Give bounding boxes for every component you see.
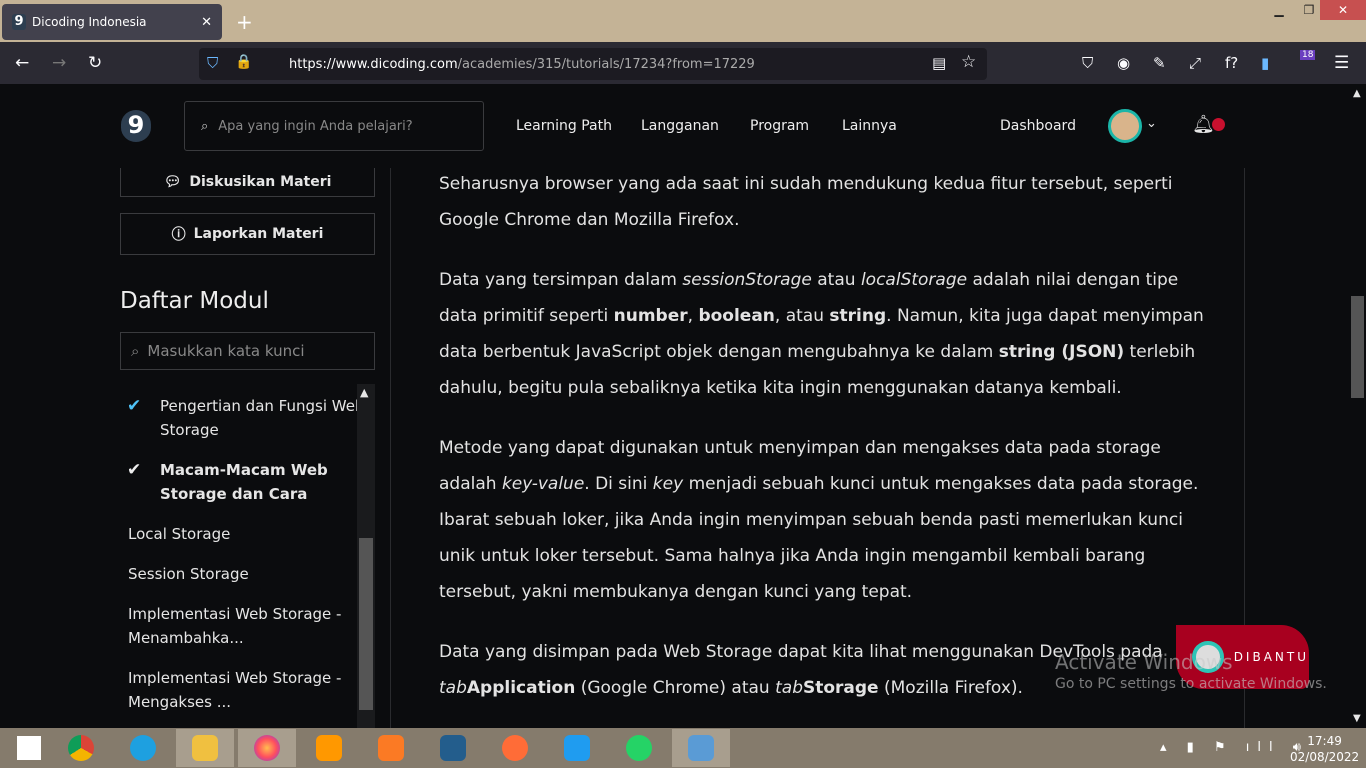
bookmark-star-icon[interactable]: ☆ [961, 52, 976, 72]
activate-watermark: Activate Windows [1055, 650, 1233, 674]
xampp-icon[interactable] [362, 729, 420, 767]
extension-icon[interactable]: ◉ [1117, 54, 1130, 72]
article-content: Seharusnya browser yang ada saat ini sud… [439, 166, 1209, 730]
browser-tab[interactable]: 9 Dicoding Indonesia ✕ [2, 4, 222, 40]
divider [390, 168, 391, 728]
paragraph: Data yang tersimpan dalam sessionStorage… [439, 270, 1204, 398]
paragraph: Seharusnya browser yang ada saat ini sud… [439, 174, 1173, 230]
nav-program[interactable]: Program [750, 118, 809, 134]
module-scroll-thumb[interactable] [359, 538, 373, 710]
dibantu-label: DIBANTU [1233, 650, 1309, 664]
page-scroll-thumb[interactable] [1351, 296, 1364, 398]
close-window-button[interactable]: ✕ [1320, 0, 1366, 20]
clock[interactable]: 17:49 02/08/2022 [1290, 733, 1359, 765]
font-finder-icon[interactable]: f? [1225, 54, 1238, 72]
start-button[interactable] [0, 729, 58, 767]
info-icon: ⓘ [171, 227, 186, 243]
extension-blue-icon[interactable]: ▮ [1261, 54, 1269, 72]
close-tab-icon[interactable]: ✕ [201, 15, 212, 30]
chevron-down-icon[interactable]: ⌄ [1146, 116, 1157, 131]
discuss-label: Diskusikan Materi [189, 174, 332, 190]
scroll-up-icon[interactable]: ▲ [1353, 88, 1361, 99]
module-item[interactable]: Session Storage [128, 562, 353, 586]
postman-icon[interactable] [486, 729, 544, 767]
firefox-icon[interactable] [238, 729, 296, 767]
search-placeholder: Apa yang ingin Anda pelajari? [218, 118, 413, 134]
module-item[interactable]: Local Storage [128, 522, 353, 546]
pocket-icon[interactable]: ⛉ [1082, 54, 1093, 72]
system-tray-icons[interactable]: ▴ ▮ ⚑ ıll 🔊︎ [1160, 740, 1309, 755]
forward-icon[interactable]: → [52, 53, 66, 73]
whatsapp-icon[interactable] [610, 729, 668, 767]
chrome-icon[interactable] [52, 729, 110, 767]
shield-icon[interactable]: ⛉ [207, 54, 218, 72]
file-explorer-icon[interactable] [176, 729, 234, 767]
vscode-icon[interactable] [548, 729, 606, 767]
menu-icon[interactable]: ☰ [1334, 53, 1349, 73]
module-search-placeholder: Masukkan kata kunci [147, 342, 305, 360]
activate-watermark-sub: Go to PC settings to activate Windows. [1055, 676, 1327, 692]
scroll-up-icon[interactable]: ▲ [360, 386, 368, 399]
module-item[interactable]: Implementasi Web Storage - Menambahka... [128, 602, 353, 650]
url-path: /academies/315/tutorials/17234?from=1722… [457, 56, 755, 72]
extension-badge: 18 [1300, 50, 1316, 60]
report-button[interactable]: ⓘ Laporkan Materi [120, 213, 375, 255]
new-tab-button[interactable]: + [236, 10, 253, 34]
tab-title: Dicoding Indonesia [32, 15, 147, 29]
photos-icon[interactable] [672, 729, 730, 767]
report-label: Laporkan Materi [193, 226, 324, 242]
module-item-current[interactable]: Macam-Macam Web Storage dan Cara [160, 458, 385, 506]
mysql-workbench-icon[interactable] [424, 729, 482, 767]
module-item[interactable]: Implementasi Web Storage - Mengakses ... [128, 666, 353, 714]
module-item[interactable]: Pengertian dan Fungsi Web Storage [160, 394, 385, 442]
page-scrollbar[interactable] [1349, 84, 1366, 728]
ie-icon[interactable] [114, 729, 172, 767]
reader-view-icon[interactable]: ▤ [932, 54, 946, 72]
url-host: https://www.dicoding.com [289, 56, 458, 72]
date: 02/08/2022 [1290, 750, 1360, 764]
eyedropper-icon[interactable]: ✎ [1153, 54, 1166, 72]
avatar[interactable] [1108, 109, 1142, 143]
scroll-down-icon[interactable]: ▼ [1353, 713, 1361, 724]
nav-learning-path[interactable]: Learning Path [516, 118, 612, 134]
check-icon: ✔ [127, 396, 142, 416]
dicoding-favicon: 9 [12, 14, 26, 30]
back-icon[interactable]: ← [15, 53, 29, 73]
nav-dashboard[interactable]: Dashboard [1000, 118, 1076, 134]
search-icon: ⌕ [131, 342, 140, 360]
nav-langganan[interactable]: Langganan [641, 118, 719, 134]
lock-icon[interactable]: 🔒 [235, 54, 252, 70]
chat-icon: 💬︎ [163, 174, 182, 190]
module-search-input[interactable]: ⌕ Masukkan kata kunci [120, 332, 375, 370]
nav-lainnya[interactable]: Lainnya [842, 118, 897, 134]
notification-dot [1212, 118, 1225, 131]
minimize-button[interactable]: ▁ [1264, 0, 1294, 20]
module-list-title: Daftar Modul [120, 288, 269, 314]
paragraph: Metode yang dapat digunakan untuk menyim… [439, 438, 1199, 602]
reload-icon[interactable]: ↻ [88, 53, 102, 73]
search-icon: ⌕ [201, 118, 209, 134]
screenshot-icon[interactable]: ⤢ [1189, 54, 1201, 72]
site-search-input[interactable]: ⌕ Apa yang ingin Anda pelajari? [184, 101, 484, 151]
sublime-icon[interactable] [300, 729, 358, 767]
url-bar[interactable]: https://www.dicoding.com/academies/315/t… [199, 48, 987, 80]
dicoding-logo[interactable]: 9 [121, 110, 151, 142]
discuss-button[interactable]: 💬︎ Diskusikan Materi [120, 168, 375, 197]
check-icon: ✔ [127, 460, 142, 480]
time: 17:49 [1307, 734, 1342, 748]
